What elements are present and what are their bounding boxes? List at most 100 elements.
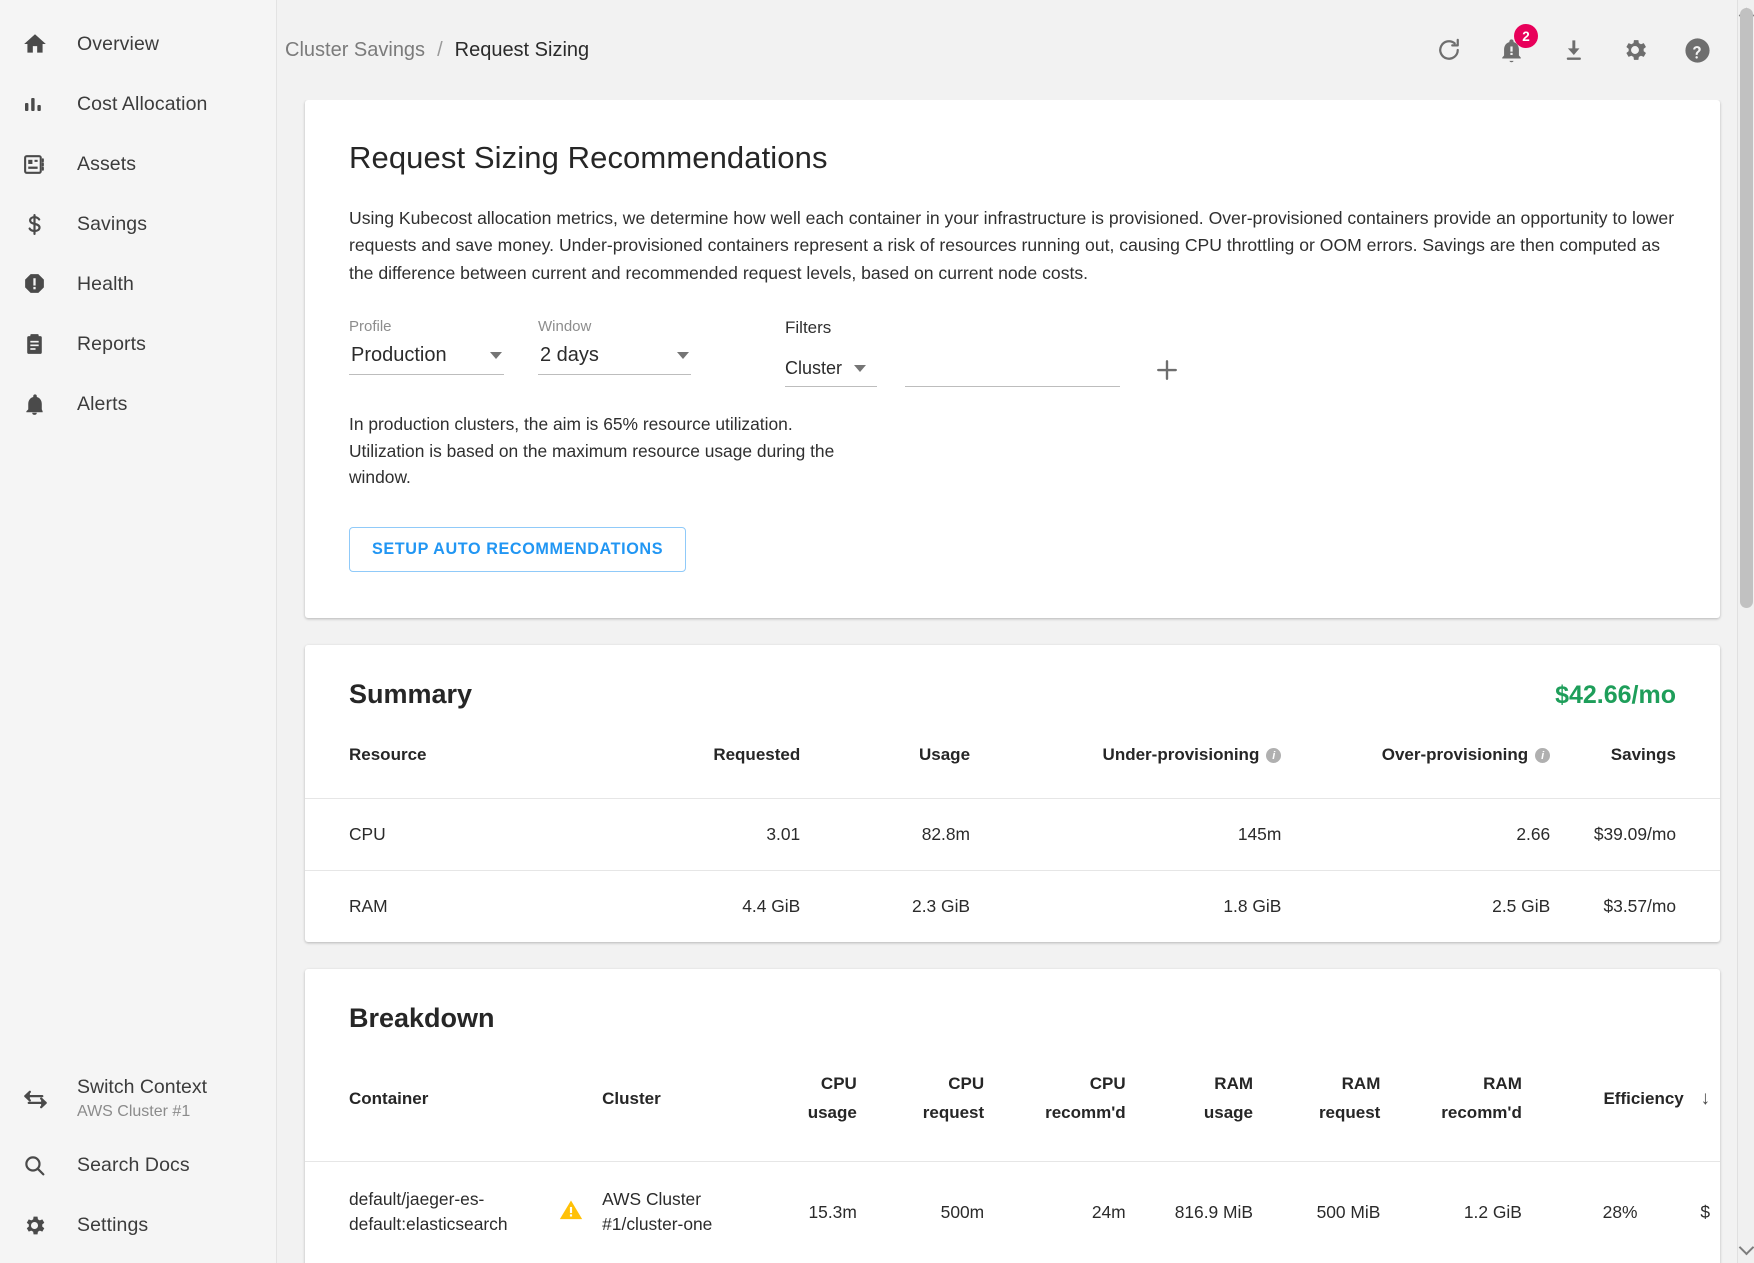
sidebar-item-search-docs[interactable]: Search Docs bbox=[0, 1135, 276, 1195]
efficiency-value: 28% bbox=[1602, 1201, 1638, 1222]
profile-value: Production bbox=[351, 344, 447, 367]
cell-savings: $3.57/mo bbox=[1603, 895, 1676, 916]
sidebar-item-label: Cost Allocation bbox=[77, 92, 208, 115]
scroll-down-arrow-icon[interactable] bbox=[1738, 1239, 1754, 1256]
cell-requested: 4.4 GiB bbox=[742, 895, 801, 916]
switch-context-title: Switch Context bbox=[77, 1076, 208, 1099]
breadcrumb-parent[interactable]: Cluster Savings bbox=[285, 39, 425, 62]
col-over-provisioning-label: Over-provisioning bbox=[1381, 744, 1529, 764]
breakdown-title: Breakdown bbox=[349, 1002, 495, 1033]
col-cpu-request[interactable]: CPU request bbox=[857, 1034, 984, 1162]
col-container[interactable]: Container bbox=[305, 1034, 602, 1162]
sidebar-item-label: Health bbox=[77, 272, 134, 295]
sidebar-item-label: Search Docs bbox=[77, 1153, 190, 1176]
search-icon bbox=[22, 1150, 56, 1180]
refresh-icon[interactable] bbox=[1432, 33, 1466, 67]
setup-auto-recommendations-button[interactable]: SETUP AUTO RECOMMENDATIONS bbox=[349, 526, 687, 572]
plus-icon[interactable] bbox=[1150, 353, 1184, 387]
col-ram-usage[interactable]: RAM usage bbox=[1126, 1034, 1253, 1162]
summary-header: Summary $42.66/mo bbox=[305, 645, 1720, 710]
settings-gear-icon[interactable] bbox=[1618, 33, 1652, 67]
alert-octagon-icon bbox=[22, 269, 56, 299]
col-ram-request[interactable]: RAM request bbox=[1253, 1034, 1380, 1162]
info-icon[interactable]: i bbox=[1535, 748, 1551, 764]
sidebar-item-reports[interactable]: Reports bbox=[0, 314, 276, 374]
col-cpu-recommended[interactable]: CPU recomm'd bbox=[984, 1034, 1126, 1162]
sidebar-item-alerts[interactable]: Alerts bbox=[0, 374, 276, 434]
sidebar-item-settings[interactable]: Settings bbox=[0, 1195, 276, 1255]
breadcrumb-separator: / bbox=[437, 38, 443, 61]
breakdown-header: Breakdown bbox=[305, 969, 1720, 1034]
app-root: Overview Cost Allocation Assets Savings bbox=[0, 0, 1754, 1263]
notifications-bell-icon[interactable]: 2 bbox=[1494, 24, 1538, 67]
switch-context-subtitle: AWS Cluster #1 bbox=[77, 1103, 191, 1121]
switch-context-button[interactable]: Switch Context AWS Cluster #1 bbox=[0, 1063, 276, 1135]
filter-type-select[interactable]: Cluster bbox=[785, 358, 877, 388]
filter-type-value: Cluster bbox=[785, 358, 843, 379]
cell-requested: 3.01 bbox=[766, 823, 801, 844]
col-cpu-request-top: CPU bbox=[948, 1073, 985, 1093]
filters-block: Filters Cluster bbox=[785, 318, 1184, 388]
table-row[interactable]: RAM 4.4 GiB 2.3 GiB 1.8 GiB 2.5 GiB $3.5… bbox=[305, 870, 1720, 942]
page-scrollbar[interactable] bbox=[1737, 0, 1754, 1263]
sort-descending-icon[interactable]: ↓ bbox=[1701, 1088, 1711, 1109]
summary-table: Resource Requested Usage Under-provision… bbox=[305, 710, 1720, 942]
filters-row: Cluster bbox=[785, 353, 1184, 388]
info-icon[interactable]: i bbox=[1266, 748, 1282, 764]
filters-label: Filters bbox=[785, 318, 832, 338]
breadcrumb: Cluster Savings / Request Sizing bbox=[285, 39, 589, 62]
col-ram-recommended-bottom: recomm'd bbox=[1441, 1103, 1522, 1123]
chevron-down-icon bbox=[854, 365, 867, 373]
col-cpu-recommended-top: CPU bbox=[1089, 1073, 1126, 1093]
notification-badge: 2 bbox=[1514, 24, 1538, 48]
savings-partial: $ bbox=[1700, 1201, 1710, 1222]
filter-value-input[interactable] bbox=[905, 358, 1120, 388]
window-field: Window 2 days bbox=[538, 318, 691, 376]
col-efficiency[interactable]: Efficiency ↓ bbox=[1522, 1034, 1720, 1162]
profile-select[interactable]: Production bbox=[349, 344, 504, 376]
warning-triangle-icon[interactable] bbox=[558, 1197, 584, 1228]
cell-cpu-usage: 15.3m bbox=[808, 1201, 857, 1222]
profile-label: Profile bbox=[349, 318, 392, 336]
profile-helper-text: In production clusters, the aim is 65% r… bbox=[349, 414, 835, 488]
content-scroll-area: Request Sizing Recommendations Using Kub… bbox=[277, 100, 1754, 1263]
col-ram-usage-top: RAM bbox=[1214, 1073, 1254, 1093]
col-ram-request-bottom: request bbox=[1318, 1103, 1381, 1123]
cell-cpu-request: 500m bbox=[940, 1201, 985, 1222]
sidebar-item-assets[interactable]: Assets bbox=[0, 134, 276, 194]
topbar: Cluster Savings / Request Sizing 2 bbox=[277, 0, 1754, 100]
download-icon[interactable] bbox=[1556, 33, 1590, 67]
col-ram-recommended-top: RAM bbox=[1483, 1073, 1522, 1093]
summary-card: Summary $42.66/mo Resource Requested Usa… bbox=[305, 644, 1720, 942]
col-cluster-label: Cluster bbox=[602, 1088, 661, 1108]
col-ram-request-top: RAM bbox=[1341, 1073, 1381, 1093]
assets-icon bbox=[22, 149, 56, 179]
col-cluster[interactable]: Cluster bbox=[602, 1034, 729, 1162]
summary-table-head: Resource Requested Usage Under-provision… bbox=[305, 710, 1720, 799]
profile-field: Profile Production bbox=[349, 318, 504, 376]
sidebar-item-health[interactable]: Health bbox=[0, 254, 276, 314]
col-requested: Requested bbox=[713, 744, 801, 764]
table-row[interactable]: default/jaeger-es-default:elasticsearch … bbox=[305, 1161, 1720, 1263]
summary-total-savings: $42.66/mo bbox=[1555, 680, 1676, 709]
col-under-provisioning: Under-provisioning i bbox=[970, 710, 1282, 799]
scrollbar-thumb[interactable] bbox=[1740, 8, 1753, 608]
sidebar-item-savings[interactable]: Savings bbox=[0, 194, 276, 254]
sidebar-item-cost-allocation[interactable]: Cost Allocation bbox=[0, 74, 276, 134]
breakdown-header-row: Container Cluster CPU usage CPU request … bbox=[305, 1034, 1720, 1162]
col-cpu-usage[interactable]: CPU usage bbox=[729, 1034, 857, 1162]
table-row[interactable]: CPU 3.01 82.8m 145m 2.66 $39.09/mo bbox=[305, 798, 1720, 870]
sidebar: Overview Cost Allocation Assets Savings bbox=[0, 0, 277, 1263]
cell-ram-usage: 816.9 MiB bbox=[1174, 1201, 1254, 1222]
window-select[interactable]: 2 days bbox=[538, 344, 691, 376]
summary-header-row: Resource Requested Usage Under-provision… bbox=[305, 710, 1720, 799]
cell-efficiency: 28% $ bbox=[1522, 1162, 1720, 1263]
sidebar-item-overview[interactable]: Overview bbox=[0, 14, 276, 74]
sidebar-bottom: Switch Context AWS Cluster #1 Search Doc… bbox=[0, 1063, 276, 1263]
chevron-down-icon bbox=[490, 352, 502, 360]
cell-container: default/jaeger-es-default:elasticsearch bbox=[305, 1162, 602, 1263]
cell-resource: RAM bbox=[349, 895, 388, 916]
cell-ram-request: 500 MiB bbox=[1316, 1201, 1381, 1222]
help-icon[interactable] bbox=[1680, 33, 1714, 67]
col-ram-recommended[interactable]: RAM recomm'd bbox=[1380, 1034, 1522, 1162]
